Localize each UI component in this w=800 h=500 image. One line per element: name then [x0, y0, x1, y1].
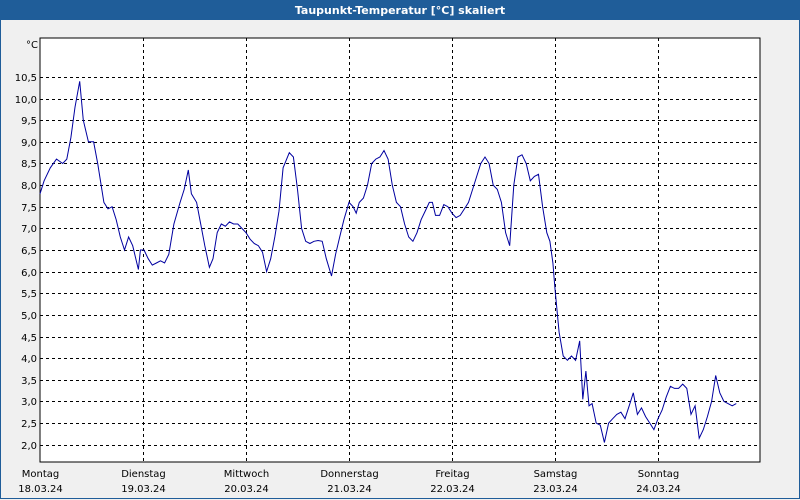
x-tick-day-label: Dienstag: [121, 469, 166, 480]
dewpoint-chart: 2,0 2,5 3,0 3,5 4,0 4,5 5,0 5,5 6,0 6,5 7,0 7,5 8,0 8…: [15, 37, 761, 495]
y-tick-label: 5,5: [21, 289, 37, 300]
x-tick-date-label: 18.03.24: [18, 484, 63, 495]
y-unit-label: °C: [26, 40, 38, 51]
x-tick-day-label: Mittwoch: [224, 469, 269, 480]
y-tick-label: 6,0: [21, 268, 37, 279]
y-tick-label: 9,0: [21, 138, 37, 149]
y-tick-label: 4,0: [21, 354, 37, 365]
x-tick-date-label: 19.03.24: [121, 484, 166, 495]
y-tick-label: 7,0: [21, 224, 37, 235]
y-tick-label: 2,0: [21, 441, 37, 452]
x-tick-day-label: Sonntag: [638, 469, 680, 480]
y-tick-label: 4,5: [21, 333, 37, 344]
x-tick-day-label: Donnerstag: [320, 469, 378, 480]
y-tick-label: 3,5: [21, 376, 37, 387]
x-tick-day-label: Freitag: [435, 469, 469, 480]
y-tick-label: 3,0: [21, 397, 37, 408]
x-tick-labels: Montag 18.03.24 Dienstag 19.03.24 Mittwoch 20…: [18, 469, 681, 495]
x-tick-date-label: 23.03.24: [533, 484, 578, 495]
y-tick-label: 8,5: [21, 159, 37, 170]
y-tick-label: 10,0: [15, 95, 37, 106]
x-tick-day-label: Montag: [22, 469, 59, 480]
x-tick-date-label: 22.03.24: [430, 484, 475, 495]
x-tick-date-label: 21.03.24: [327, 484, 372, 495]
y-tick-label: 2,5: [21, 419, 37, 430]
y-tick-label: 10,5: [15, 73, 37, 84]
y-tick-label: 9,5: [21, 116, 37, 127]
x-tick-date-label: 24.03.24: [636, 484, 681, 495]
x-tick-day-label: Samstag: [534, 469, 578, 480]
y-tick-label: 7,5: [21, 203, 37, 214]
y-tick-label: 5,0: [21, 311, 37, 322]
y-tick-label: 6,5: [21, 246, 37, 257]
y-tick-label: 8,0: [21, 181, 37, 192]
y-tick-labels: 2,0 2,5 3,0 3,5 4,0 4,5 5,0 5,5 6,0 6,5 7,0 7,5 8,0 8…: [15, 73, 37, 452]
x-tick-date-label: 20.03.24: [224, 484, 269, 495]
